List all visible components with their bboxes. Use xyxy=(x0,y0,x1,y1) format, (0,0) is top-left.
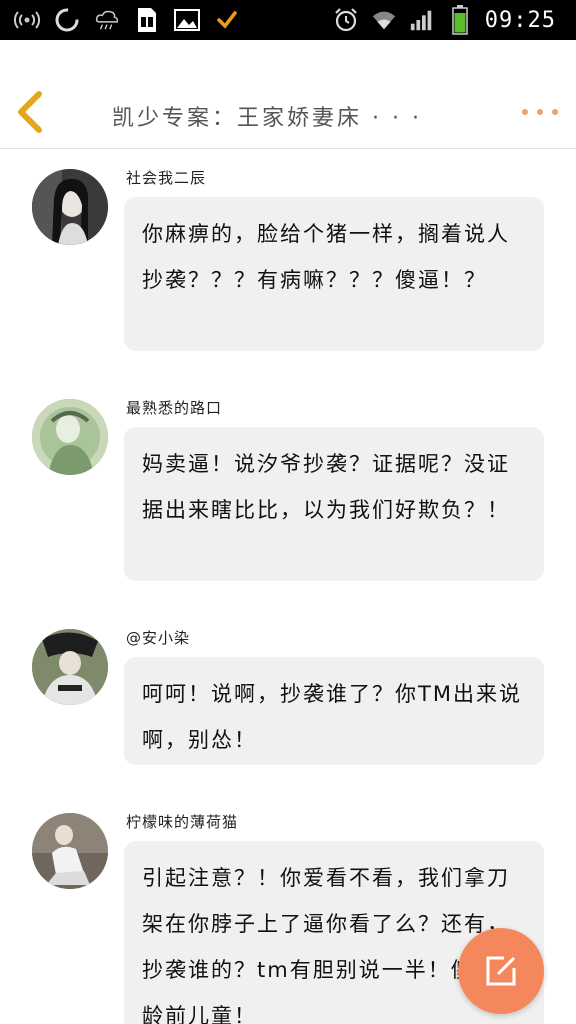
chevron-left-icon xyxy=(18,91,42,133)
username[interactable]: 最熟悉的路口 xyxy=(126,397,222,418)
edit-icon xyxy=(486,956,516,986)
header: 凯少专案：王家娇妻床 · · · xyxy=(0,40,576,149)
sync-icon xyxy=(54,7,80,33)
check-icon xyxy=(214,7,240,33)
status-bar: 09:25 xyxy=(0,0,576,40)
avatar[interactable] xyxy=(32,813,108,889)
comment-feed[interactable]: 社会我二辰 你麻痹的，脸给个猪一样，搁着说人抄袭？？？有病嘛？？？傻逼！？ 最熟… xyxy=(0,149,576,1024)
battery-icon xyxy=(447,5,473,35)
username[interactable]: 社会我二辰 xyxy=(126,167,206,188)
image-icon xyxy=(174,7,200,33)
comment-bubble: 呵呵！说啊，抄袭谁了？你TM出来说啊，别怂！ xyxy=(124,657,544,765)
back-button[interactable] xyxy=(12,90,48,134)
avatar[interactable] xyxy=(32,399,108,475)
avatar[interactable] xyxy=(32,629,108,705)
comment-bubble: 你麻痹的，脸给个猪一样，搁着说人抄袭？？？有病嘛？？？傻逼！？ xyxy=(124,197,544,351)
avatar[interactable] xyxy=(32,169,108,245)
wifi-icon xyxy=(371,7,397,33)
more-dot-icon xyxy=(522,109,528,115)
more-dot-icon xyxy=(552,109,558,115)
more-dot-icon xyxy=(537,109,543,115)
more-options-button[interactable] xyxy=(522,104,558,120)
weather-icon xyxy=(94,7,120,33)
page-title: 凯少专案：王家娇妻床 · · · xyxy=(112,106,422,131)
comment-bubble: 妈卖逼！说汐爷抄袭？证据呢？没证据出来瞎比比，以为我们好欺负？！ xyxy=(124,427,544,581)
username[interactable]: @安小染 xyxy=(126,627,190,648)
hotspot-icon xyxy=(14,7,40,33)
clock: 09:25 xyxy=(484,7,556,33)
username[interactable]: 柠檬味的薄荷猫 xyxy=(126,811,238,832)
document-icon xyxy=(134,7,160,33)
alarm-icon xyxy=(333,7,359,33)
compose-button[interactable] xyxy=(458,928,544,1014)
signal-icon xyxy=(409,7,435,33)
